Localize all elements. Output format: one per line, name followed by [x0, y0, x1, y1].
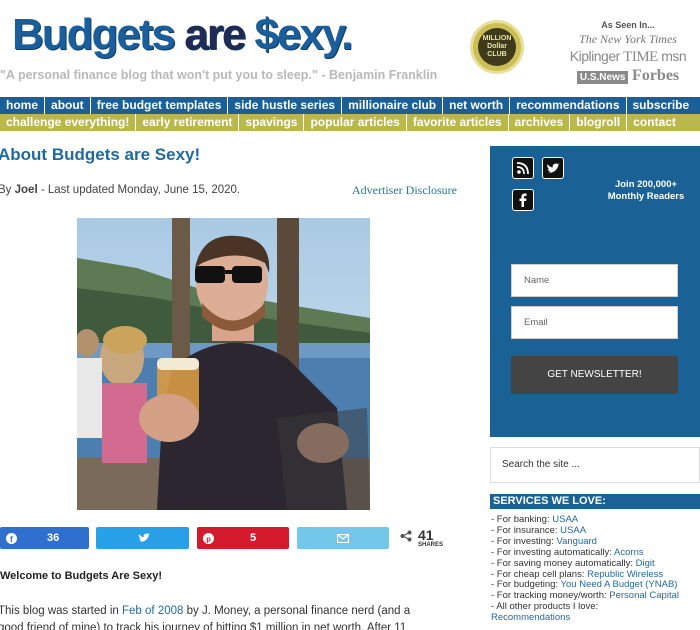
nav-about[interactable]: about — [45, 97, 91, 114]
nav-blogroll[interactable]: blogroll — [570, 114, 628, 131]
nav-archives[interactable]: archives — [509, 114, 571, 131]
join-readers-text: Join 200,000+ Monthly Readers — [602, 179, 690, 203]
email-share-button[interactable] — [297, 527, 389, 549]
press-row-2: Kiplinger TIME msn — [558, 48, 698, 66]
service-link-republic-wireless[interactable]: Republic Wireless — [587, 569, 663, 580]
facebook-icon: f — [5, 532, 17, 544]
author-photo — [77, 218, 370, 510]
pinterest-share-button[interactable]: p 5 — [197, 527, 289, 549]
total-shares-label: SHARES — [418, 542, 444, 548]
nav-millionaire-club[interactable]: millionaire club — [342, 97, 444, 114]
welcome-heading: Welcome to Budgets Are Sexy! — [0, 570, 162, 582]
intro-text-start: This blog was started in — [0, 605, 123, 617]
total-shares-count: 41 — [418, 527, 434, 543]
logo-word-are: are — [184, 10, 255, 59]
byline: By Joel - Last updated Monday, June 15, … — [0, 184, 240, 196]
join-line-2: Monthly Readers — [607, 191, 685, 202]
service-label: - All other products I love: — [491, 601, 599, 613]
search-input[interactable]: Search the site ... — [490, 447, 700, 483]
service-link-vanguard[interactable]: Vanguard — [556, 536, 597, 547]
service-link-ynab[interactable]: You Need A Budget (YNAB) — [561, 579, 678, 590]
nav-contact[interactable]: contact — [627, 114, 700, 131]
facebook-share-count: 36 — [47, 532, 60, 544]
nav-spavings[interactable]: spavings — [239, 114, 305, 131]
last-updated: - Last updated Monday, June 15, 2020. — [37, 184, 241, 196]
service-label: - For insurance: — [491, 524, 561, 536]
twitter-share-button[interactable] — [96, 527, 189, 549]
service-label: - For tracking money/worth: — [491, 590, 610, 602]
share-icon — [400, 530, 412, 545]
svg-text:p: p — [206, 534, 211, 543]
service-link-personal-capital[interactable]: Personal Capital — [609, 590, 679, 601]
facebook-follow-icon[interactable] — [512, 189, 534, 211]
service-label: - For budgeting: — [491, 579, 561, 591]
service-link-acorns[interactable]: Acorns — [614, 547, 644, 558]
press-row-3: U.S.News Forbes — [558, 67, 698, 85]
feb-2008-link[interactable]: Feb of 2008 — [122, 605, 183, 617]
email-field[interactable]: Email — [511, 306, 678, 339]
million-dollar-club-badge[interactable]: MILLION Dollar CLUB — [470, 20, 524, 74]
pinterest-icon: p — [202, 532, 214, 544]
byline-prefix: By — [0, 184, 12, 196]
rss-icon[interactable] — [512, 157, 534, 179]
svg-text:f: f — [10, 535, 13, 544]
nav-home[interactable]: home — [0, 97, 46, 114]
intro-paragraph: This blog was started in Feb of 2008 by … — [0, 603, 428, 630]
services-list: - For banking: USAA - For insurance: USA… — [491, 514, 700, 624]
service-label: - For cheap cell plans: — [491, 568, 588, 580]
as-seen-in-label: As Seen In... — [601, 20, 655, 30]
get-newsletter-button[interactable]: GET NEWSLETTER! — [511, 356, 678, 394]
nav-early-retirement[interactable]: early retirement — [136, 114, 240, 131]
nav-net-worth[interactable]: net worth — [443, 97, 511, 114]
nav-recommendations[interactable]: recommendations — [510, 97, 627, 114]
nav-subscribe[interactable]: subscribe — [627, 97, 700, 114]
service-link-recommendations[interactable]: Recommendations — [491, 612, 570, 623]
badge-text: MILLION Dollar CLUB — [478, 28, 516, 66]
usnews-logo: U.S.News — [576, 71, 629, 84]
twitter-follow-icon[interactable] — [542, 157, 564, 179]
nav-side-hustle-series[interactable]: side hustle series — [228, 97, 343, 114]
kiplinger-logo: Kiplinger — [569, 48, 620, 64]
name-field[interactable]: Name — [511, 264, 678, 297]
services-heading: SERVICES WE LOVE: — [490, 494, 700, 509]
service-label: - For investing: — [491, 535, 557, 547]
msn-logo: msn — [661, 48, 687, 64]
service-link-digit[interactable]: Digit — [636, 558, 655, 569]
time-logo: TIME — [623, 49, 658, 65]
join-line-1: Join 200,000+ — [614, 179, 678, 190]
list-item: Recommendations — [491, 612, 700, 624]
envelope-icon — [337, 532, 349, 544]
primary-nav: home about free budget templates side hu… — [0, 97, 700, 114]
nav-popular-articles[interactable]: popular articles — [304, 114, 407, 131]
service-label: - For saving money automatically: — [491, 557, 636, 569]
facebook-share-button[interactable]: f 36 — [0, 527, 89, 549]
advertiser-disclosure-link[interactable]: Advertiser Disclosure — [352, 183, 457, 198]
site-header: Budgets are $exy. "A personal finance bl… — [0, 0, 700, 96]
as-seen-in: As Seen In... The New York Times Kipling… — [558, 20, 698, 85]
secondary-nav: challenge everything! early retirement s… — [0, 114, 700, 131]
nav-favorite-articles[interactable]: favorite articles — [407, 114, 509, 131]
twitter-icon — [138, 532, 150, 544]
forbes-logo: Forbes — [632, 67, 680, 84]
logo-word-budgets: Budgets — [12, 10, 185, 59]
service-label: - For investing automatically: — [491, 546, 615, 558]
page-title: About Budgets are Sexy! — [0, 145, 201, 164]
author-link[interactable]: Joel — [15, 184, 38, 196]
service-link-usaa-insurance[interactable]: USAA — [560, 525, 586, 536]
site-logo[interactable]: Budgets are $exy. — [12, 10, 354, 60]
nav-challenge-everything[interactable]: challenge everything! — [0, 114, 137, 131]
site-tagline: "A personal finance blog that won't put … — [0, 68, 438, 82]
nyt-logo: The New York Times — [579, 32, 677, 46]
logo-word-sexy: $exy. — [254, 10, 354, 59]
pinterest-share-count: 5 — [250, 532, 257, 544]
service-link-usaa-banking[interactable]: USAA — [552, 514, 578, 525]
nav-free-budget-templates[interactable]: free budget templates — [91, 97, 229, 114]
service-label: - For banking: — [491, 514, 553, 525]
total-shares: 41 SHARES — [400, 527, 450, 551]
